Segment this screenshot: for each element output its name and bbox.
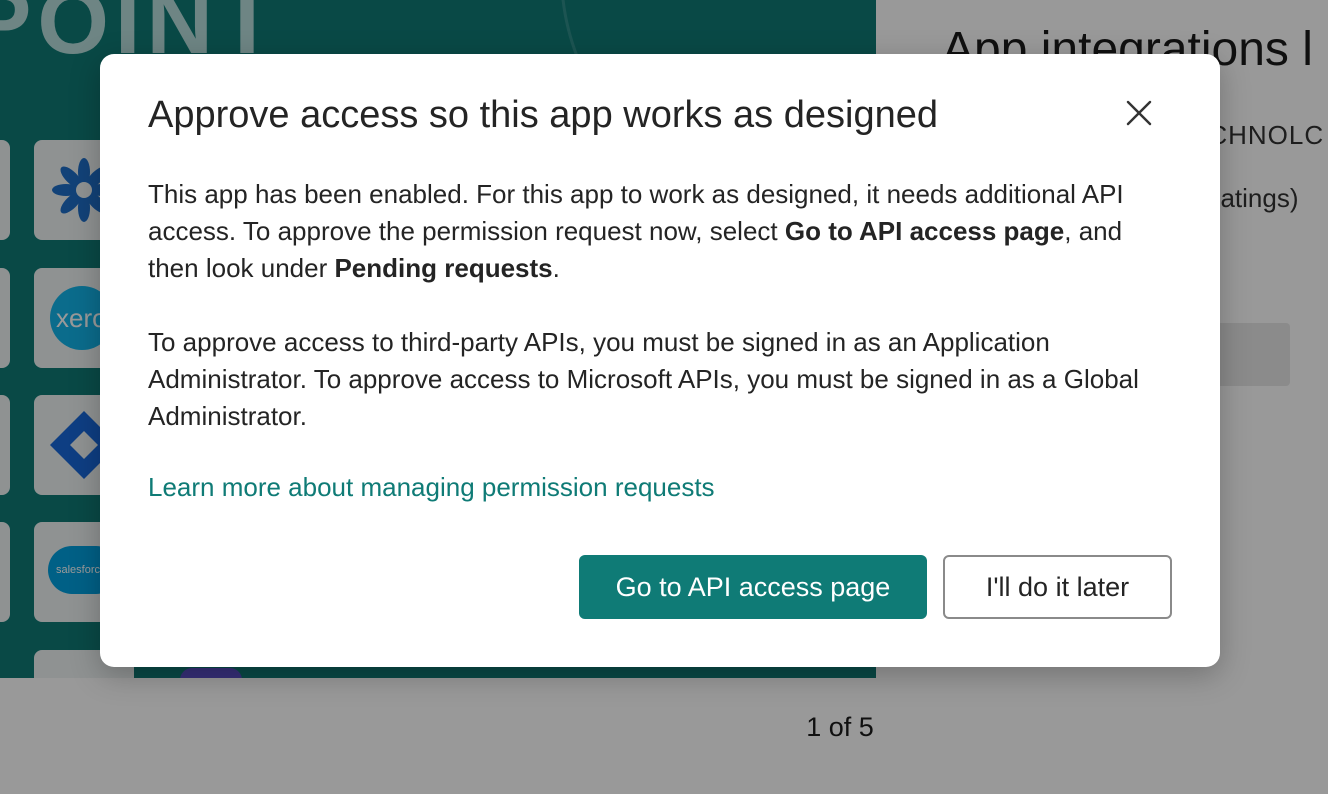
dialog-paragraph-roles: To approve access to third-party APIs, y… bbox=[148, 327, 1139, 431]
approve-access-dialog: Approve access so this app works as desi… bbox=[100, 54, 1220, 667]
do-it-later-button[interactable]: I'll do it later bbox=[943, 555, 1172, 619]
learn-more-link[interactable]: Learn more about managing permission req… bbox=[148, 472, 715, 503]
bold-api-access-page: Go to API access page bbox=[784, 216, 1065, 246]
bold-pending-requests: Pending requests bbox=[334, 253, 553, 283]
close-button[interactable] bbox=[1122, 96, 1156, 130]
dialog-paragraph-enabled: This app has been enabled. For this app … bbox=[148, 176, 1178, 287]
paragraph-text: . bbox=[552, 253, 560, 283]
go-to-api-access-button[interactable]: Go to API access page bbox=[579, 555, 927, 619]
dialog-body: This app has been enabled. For this app … bbox=[148, 176, 1178, 435]
close-icon bbox=[1126, 100, 1152, 126]
dialog-title: Approve access so this app works as desi… bbox=[148, 94, 938, 136]
